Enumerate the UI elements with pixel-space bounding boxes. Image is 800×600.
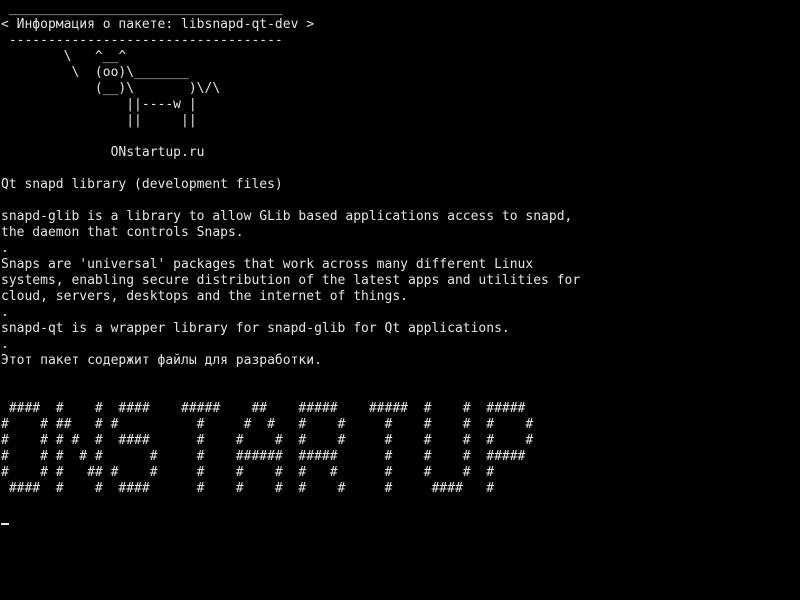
terminal-line: ONstartup.ru	[1, 145, 205, 160]
terminal-line: ___________________________________	[1, 1, 283, 16]
terminal-line: cloud, servers, desktops and the interne…	[1, 289, 408, 304]
terminal-line: the daemon that controls Snaps.	[1, 225, 244, 240]
terminal-output: ___________________________________ < Ин…	[1, 1, 580, 497]
terminal-line: # # # # # # # ###### ##### # # # #####	[1, 449, 526, 464]
terminal-line: systems, enabling secure distribution of…	[1, 273, 581, 288]
terminal-line: Qt snapd library (development files)	[1, 177, 283, 192]
terminal-line: -----------------------------------	[1, 33, 283, 48]
terminal-line: Этот пакет содержит файлы для разработки…	[1, 353, 322, 368]
terminal-line: \ (oo)\_______	[1, 65, 189, 80]
terminal-line: snapd-qt is a wrapper library for snapd-…	[1, 321, 510, 336]
terminal-line: (__)\ )\/\	[1, 81, 221, 96]
terminal-line: \ ^__^	[1, 49, 127, 64]
terminal-line: snapd-glib is a library to allow GLib ba…	[1, 209, 573, 224]
terminal-line: ||----w |	[1, 97, 197, 112]
terminal-line: || ||	[1, 113, 197, 128]
terminal-line: < Информация о пакете: libsnapd-qt-dev >	[1, 17, 315, 32]
terminal-line: #### # # #### # # # # # # #### #	[1, 481, 495, 496]
terminal-line: .	[1, 337, 9, 352]
terminal-line: #### # # #### ##### ## ##### ##### # # #…	[1, 401, 526, 416]
terminal-line: # # # ## # # # # # # # # # # #	[1, 465, 495, 480]
terminal-line: # # # # # #### # # # # # # # # # #	[1, 433, 534, 448]
terminal-screen[interactable]: ___________________________________ < Ин…	[0, 0, 800, 600]
terminal-line: .	[1, 241, 9, 256]
terminal-line: .	[1, 305, 9, 320]
terminal-line: # # ## # # # # # # # # # # # #	[1, 417, 534, 432]
terminal-line: Snaps are 'universal' packages that work…	[1, 257, 534, 272]
text-cursor	[1, 523, 9, 525]
